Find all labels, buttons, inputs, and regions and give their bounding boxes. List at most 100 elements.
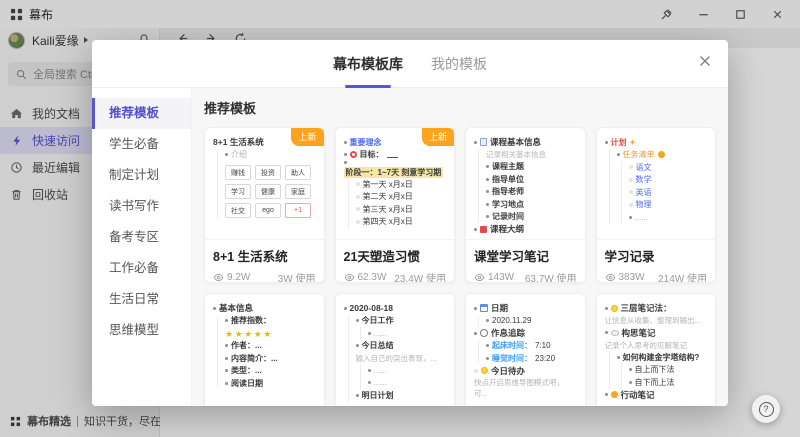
view-count: 383W	[619, 272, 645, 283]
grid-cell: 学习	[225, 184, 251, 199]
app-window: 幕布 Kaili爱缘	[0, 0, 800, 437]
outline-line: 物理	[636, 199, 652, 210]
card-title: 学习记录	[605, 246, 708, 265]
grid-cell-plus-one: +1	[285, 203, 311, 218]
modal-header: 幕布模板库 我的模板	[92, 40, 728, 88]
use-count: 23.4W 使用	[394, 270, 446, 283]
outline-line: 课程大纲	[490, 223, 524, 235]
outline-line: 自下而上法	[635, 377, 675, 388]
outline-line: 今日工作	[362, 315, 394, 326]
template-card-8plus1[interactable]: 上新 8+1 生活系统 介绍 赚钱 投资 助人 学习	[204, 127, 325, 283]
outline-heading: 基本信息	[219, 302, 253, 314]
fist-icon	[658, 151, 665, 158]
category-thinking-models[interactable]: 思维模型	[92, 315, 191, 346]
new-badge: 上新	[291, 128, 323, 146]
close-button[interactable]	[771, 8, 784, 21]
outline-value: 7:10	[535, 341, 551, 350]
category-planning[interactable]: 制定计划	[92, 160, 191, 191]
outline-line: 指导单位	[492, 174, 524, 185]
outline-heading: 课程基本信息	[490, 136, 541, 148]
outline-note: 输入自己的突出表现，...	[356, 352, 447, 364]
card-preview: 计划 任务清单 语文 数学 英语 物理 ......	[597, 128, 716, 240]
category-exam-prep[interactable]: 备考专区	[92, 222, 191, 253]
template-card-class-notes[interactable]: 课程基本信息 记录相关基本信息 课程主题 指导单位 指导老师 学习地点 记录时间…	[465, 127, 586, 283]
outline-line: ......	[635, 213, 648, 222]
grid-cell: 赚钱	[225, 165, 251, 180]
use-count: 214W 使用	[658, 270, 707, 283]
outline-note: 记录相关基本信息	[486, 149, 577, 161]
app-body: Kaili爱缘 全局搜索 Ctrl+ 我的文档 快速访问	[0, 28, 800, 437]
outline-heading: 2020-08-18	[350, 303, 393, 313]
card-preview: 2020-08-18 今日工作 ...... 今日总结 输入自己的突出表现，..…	[336, 294, 455, 406]
outline-line: 第四天 x月x日	[363, 216, 413, 227]
outline-line: 如何构建金字塔结构?	[623, 352, 700, 363]
grid-cell: 助人	[285, 165, 311, 180]
pin-icon[interactable]	[660, 8, 673, 21]
outline-heading: 作息追踪	[491, 327, 525, 339]
view-count: 62.3W	[358, 272, 387, 283]
card-title: 课堂学习笔记	[474, 246, 577, 265]
outline-line: 明日计划	[362, 390, 394, 401]
outline-line: 介绍	[231, 149, 247, 160]
outline-line: 目标：	[360, 149, 384, 160]
tab-template-library[interactable]: 幕布模板库	[333, 40, 403, 88]
outline-note: 记录个人思考的见解笔记	[605, 339, 708, 351]
minimize-button[interactable]	[697, 8, 710, 21]
category-reading-writing[interactable]: 读书写作	[92, 191, 191, 222]
grid-cell: 健康	[255, 184, 281, 199]
template-card-study-log[interactable]: 计划 任务清单 语文 数学 英语 物理 ......	[596, 127, 717, 283]
book-icon	[480, 226, 487, 233]
help-button[interactable]: ?	[752, 395, 780, 423]
template-grid-area: 推荐模板 上新 8+1 生活系统 介绍 赚钱	[192, 88, 728, 406]
app-logo-icon	[10, 8, 23, 21]
outline-line: 第一天 x月x日	[363, 179, 413, 190]
outline-heading: 今日待办	[491, 365, 525, 377]
template-card-21days[interactable]: 上新 重要理念 目标： 阶段一：1~7天 刻意学习期 第一天 x月x日 第二天 …	[335, 127, 456, 283]
template-card-three-layer-notes[interactable]: 三层笔记法： 让信息从收集、整理到输出... 构思笔记 记录个人思考的见解笔记 …	[596, 293, 717, 406]
outline-line: 记录时间	[492, 211, 524, 222]
outline-line: 今日总结	[362, 340, 394, 351]
outline-heading: 日期	[491, 302, 508, 314]
tab-my-templates[interactable]: 我的模板	[431, 40, 487, 88]
eye-icon	[344, 272, 355, 283]
new-badge: 上新	[422, 128, 454, 146]
outline-line: 数学	[636, 174, 652, 185]
outline-value: 23:20	[535, 354, 555, 363]
category-recommended[interactable]: 推荐模板	[92, 98, 191, 129]
modal-close-icon[interactable]	[696, 52, 714, 70]
maximize-button[interactable]	[734, 8, 747, 21]
question-mark-icon: ?	[759, 402, 774, 417]
template-card-daily-routine[interactable]: 日期 2020.11.29 作息追踪 起床时间：7:10 睡觉时间：23:20 …	[465, 293, 586, 406]
template-card-daily-journal[interactable]: 2020-08-18 今日工作 ...... 今日总结 输入自己的突出表现，..…	[335, 293, 456, 406]
bulb-icon	[611, 305, 618, 312]
spark-icon	[630, 139, 636, 145]
outline-line-highlighted: 阶段一：1~7天 刻意学习期	[344, 167, 444, 178]
category-daily-life[interactable]: 生活日常	[92, 284, 191, 315]
blank-underline	[387, 151, 398, 158]
card-preview: 基本信息 推荐指数：★★★★★ 作者：... 内容简介：... 类型：... 阅…	[205, 294, 324, 406]
calendar-icon	[480, 304, 488, 312]
outline-line: 指导老师	[492, 186, 524, 197]
card-preview: 日期 2020.11.29 作息追踪 起床时间：7:10 睡觉时间：23:20 …	[466, 294, 585, 406]
view-count: 9.2W	[227, 272, 250, 283]
app-title: 幕布	[29, 6, 53, 23]
outline-line: 学习地点	[492, 199, 524, 210]
card-preview: 课程基本信息 记录相关基本信息 课程主题 指导单位 指导老师 学习地点 记录时间…	[466, 128, 585, 240]
outline-line: ......	[374, 378, 387, 387]
alarm-clock-icon	[480, 329, 488, 337]
outline-line: 第三天 x月x日	[363, 204, 413, 215]
window-controls	[660, 8, 790, 21]
use-count: 3W 使用	[278, 270, 316, 283]
template-library-modal: 幕布模板库 我的模板 推荐模板 学生必备 制定计划 读书写作 备考专区 工作必备…	[92, 40, 728, 406]
outline-line: 英语	[636, 187, 652, 198]
outline-line: 语文	[636, 162, 652, 173]
target-icon	[350, 151, 357, 158]
template-card-book-info[interactable]: 基本信息 推荐指数：★★★★★ 作者：... 内容简介：... 类型：... 阅…	[204, 293, 325, 406]
card-preview: 三层笔记法： 让信息从收集、整理到输出... 构思笔记 记录个人思考的见解笔记 …	[597, 294, 716, 406]
notebook-icon	[480, 138, 487, 146]
category-work[interactable]: 工作必备	[92, 253, 191, 284]
outline-line: 任务清单	[623, 149, 655, 160]
star-rating: ★★★★★	[225, 329, 273, 340]
bulb-icon	[481, 367, 488, 374]
category-students[interactable]: 学生必备	[92, 129, 191, 160]
